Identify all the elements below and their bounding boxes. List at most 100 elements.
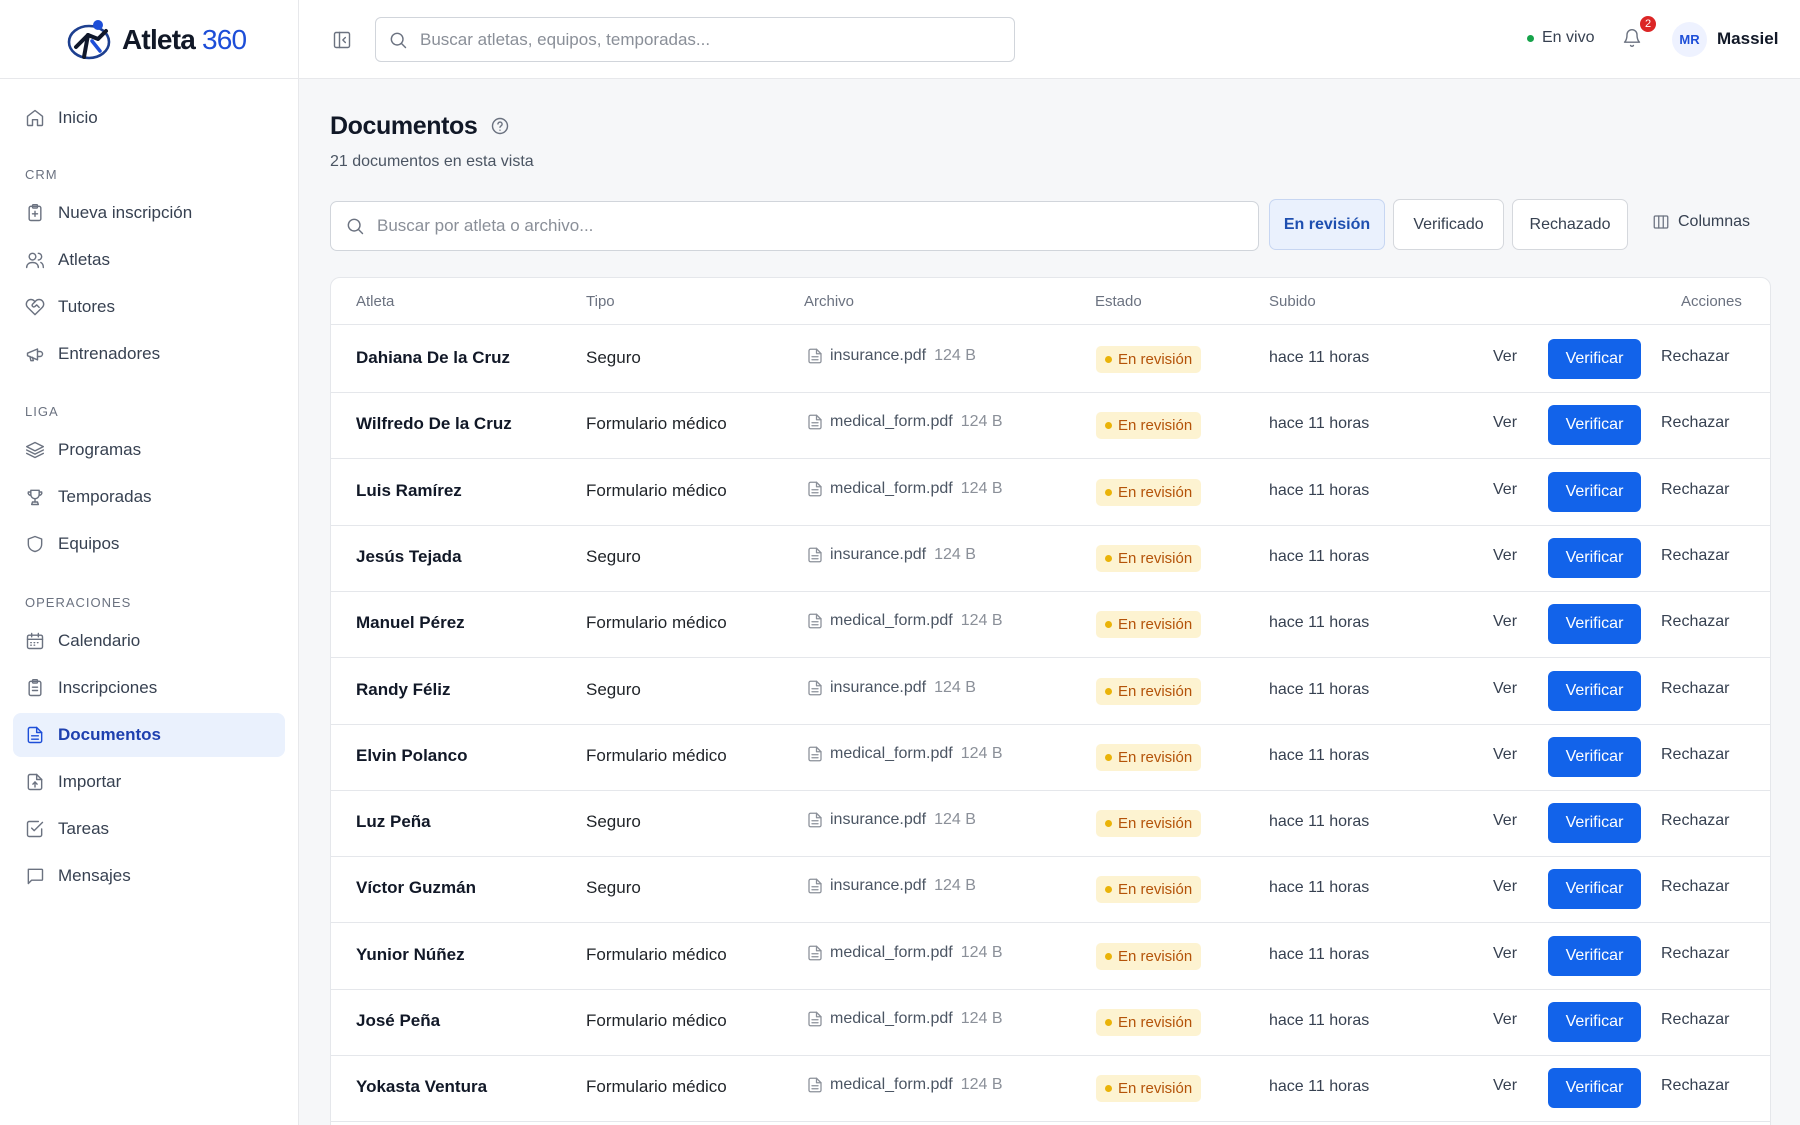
reject-button[interactable]: Rechazar — [1661, 878, 1729, 896]
verify-button[interactable]: Verificar — [1548, 1002, 1641, 1042]
sidebar-item-temporadas[interactable]: Temporadas — [13, 475, 285, 519]
reject-button[interactable]: Rechazar — [1661, 613, 1729, 631]
table-row[interactable]: Dahiana De la Cruz Seguro insurance.pdf 124… — [331, 326, 1770, 393]
sidebar-item-importar[interactable]: Importar — [13, 760, 285, 804]
file-link[interactable]: medical_form.pdf 124 B — [806, 1076, 1003, 1094]
verify-button[interactable]: Verificar — [1548, 1068, 1641, 1109]
reject-button[interactable]: Rechazar — [1661, 1011, 1729, 1029]
file-link[interactable]: medical_form.pdf 124 B — [806, 745, 1003, 763]
view-button[interactable]: Ver — [1493, 613, 1517, 631]
reject-button[interactable]: Rechazar — [1661, 348, 1729, 366]
table-row[interactable]: Yokasta Ventura Formulario médico medical_… — [331, 1055, 1770, 1123]
verify-button[interactable]: Verificar — [1548, 670, 1641, 711]
file-link[interactable]: insurance.pdf 124 B — [806, 546, 976, 564]
verify-button[interactable]: Verificar — [1548, 405, 1641, 446]
view-button[interactable]: Ver — [1493, 680, 1517, 698]
sidebar-item-inicio[interactable]: Inicio — [13, 96, 285, 140]
view-button[interactable]: Ver — [1493, 547, 1517, 565]
view-button[interactable]: Ver — [1493, 746, 1517, 764]
table-row[interactable]: Elvin Polanco Formulario médico medical_fo… — [331, 724, 1770, 791]
sidebar-item-tutores[interactable]: Tutores — [13, 285, 285, 329]
view-button[interactable]: Ver — [1493, 1077, 1517, 1095]
sidebar-item-documentos[interactable]: Documentos — [13, 713, 285, 757]
reject-button[interactable]: Rechazar — [1661, 547, 1729, 565]
global-search-box[interactable] — [375, 17, 1015, 62]
athlete-name[interactable]: Wilfredo De la Cruz — [356, 414, 512, 434]
file-link[interactable]: medical_form.pdf 124 B — [806, 480, 1003, 498]
verify-button[interactable]: Verificar — [1548, 537, 1641, 578]
file-link[interactable]: medical_form.pdf 124 B — [806, 612, 1003, 630]
table-row[interactable]: Luz Peña Seguro insurance.pdf 124 B En revis… — [331, 790, 1770, 858]
table-row[interactable]: Víctor Guzmán Seguro insurance.pdf 124 B En … — [331, 856, 1770, 924]
view-button[interactable]: Ver — [1493, 414, 1517, 432]
file-link[interactable]: insurance.pdf 124 B — [806, 811, 976, 829]
sidebar-item-nueva-inscripcion[interactable]: Nueva inscripción — [13, 191, 285, 235]
view-button[interactable]: Ver — [1493, 481, 1517, 499]
verify-button[interactable]: Verificar — [1548, 471, 1641, 512]
sidebar-item-mensajes[interactable]: Mensajes — [13, 854, 285, 898]
athlete-name[interactable]: Víctor Guzmán — [356, 878, 476, 898]
verify-button[interactable]: Verificar — [1548, 339, 1641, 379]
table-row[interactable]: Jesús Tejada Seguro insurance.pdf 124 B En r… — [331, 525, 1770, 592]
file-link[interactable]: medical_form.pdf 124 B — [806, 413, 1003, 431]
notifications-button[interactable] — [1622, 28, 1642, 48]
view-button[interactable]: Ver — [1493, 1011, 1517, 1029]
columns-button[interactable]: Columnas — [1652, 213, 1750, 231]
athlete-name[interactable]: José Peña — [356, 1011, 440, 1031]
view-button[interactable]: Ver — [1493, 878, 1517, 896]
filter-rechazado-button[interactable]: Rechazado — [1512, 199, 1628, 250]
athlete-name[interactable]: Yokasta Ventura — [356, 1077, 487, 1097]
filter-en-revision-button[interactable]: En revisión — [1269, 199, 1385, 250]
table-row[interactable]: Randy Féliz Seguro insurance.pdf 124 B En re… — [331, 658, 1770, 725]
col-header-atleta[interactable]: Atleta — [356, 293, 394, 310]
brand-logo[interactable]: Atleta 360 — [0, 0, 299, 79]
file-link[interactable]: insurance.pdf 124 B — [806, 347, 976, 365]
filter-verificado-button[interactable]: Verificado — [1393, 199, 1504, 250]
table-row[interactable]: Manuel Pérez Formulario médico medical_for… — [331, 591, 1770, 659]
reject-button[interactable]: Rechazar — [1661, 414, 1729, 432]
verify-button[interactable]: Verificar — [1548, 803, 1641, 844]
col-header-estado[interactable]: Estado — [1095, 293, 1142, 310]
reject-button[interactable]: Rechazar — [1661, 945, 1729, 963]
athlete-name[interactable]: Jesús Tejada — [356, 547, 462, 567]
sidebar-item-entrenadores[interactable]: Entrenadores — [13, 332, 285, 376]
table-row[interactable]: Yunior Núñez Formulario médico medical_for… — [331, 923, 1770, 990]
help-button[interactable] — [490, 116, 510, 136]
sidebar-item-atletas[interactable]: Atletas — [13, 238, 285, 282]
table-row[interactable]: Luis Ramírez Formulario médico medical_for… — [331, 459, 1770, 526]
athlete-name[interactable]: Dahiana De la Cruz — [356, 348, 510, 368]
athlete-name[interactable]: Yunior Núñez — [356, 945, 465, 965]
verify-button[interactable]: Verificar — [1548, 935, 1641, 976]
file-link[interactable]: medical_form.pdf 124 B — [806, 944, 1003, 962]
sidebar-item-equipos[interactable]: Equipos — [13, 522, 285, 566]
reject-button[interactable]: Rechazar — [1661, 481, 1729, 499]
sidebar-item-tareas[interactable]: Tareas — [13, 807, 285, 851]
athlete-name[interactable]: Luz Peña — [356, 812, 431, 832]
sidebar-item-inscripciones[interactable]: Inscripciones — [13, 666, 285, 710]
file-link[interactable]: insurance.pdf 124 B — [806, 679, 976, 697]
view-button[interactable]: Ver — [1493, 812, 1517, 830]
document-search-input[interactable] — [377, 216, 1258, 236]
view-button[interactable]: Ver — [1493, 945, 1517, 963]
global-search-input[interactable] — [420, 29, 1014, 50]
sidebar-toggle-button[interactable] — [329, 27, 355, 53]
col-header-subido[interactable]: Subido — [1269, 293, 1316, 310]
sidebar-item-calendario[interactable]: Calendario — [13, 619, 285, 663]
athlete-name[interactable]: Manuel Pérez — [356, 613, 465, 633]
table-row[interactable]: Wilfredo De la Cruz Formulario médico medi… — [331, 392, 1770, 460]
verify-button[interactable]: Verificar — [1548, 869, 1641, 910]
col-header-tipo[interactable]: Tipo — [586, 293, 615, 310]
athlete-name[interactable]: Randy Féliz — [356, 680, 450, 700]
athlete-name[interactable]: Luis Ramírez — [356, 481, 462, 501]
avatar[interactable]: MR — [1672, 22, 1707, 57]
user-name[interactable]: Massiel — [1717, 29, 1778, 49]
document-search-box[interactable] — [330, 201, 1259, 251]
athlete-name[interactable]: Elvin Polanco — [356, 746, 467, 766]
reject-button[interactable]: Rechazar — [1661, 746, 1729, 764]
view-button[interactable]: Ver — [1493, 348, 1517, 366]
table-row[interactable]: José Peña Formulario médico medical_form.p… — [331, 989, 1770, 1056]
reject-button[interactable]: Rechazar — [1661, 812, 1729, 830]
verify-button[interactable]: Verificar — [1548, 736, 1641, 777]
reject-button[interactable]: Rechazar — [1661, 680, 1729, 698]
file-link[interactable]: insurance.pdf 124 B — [806, 877, 976, 895]
